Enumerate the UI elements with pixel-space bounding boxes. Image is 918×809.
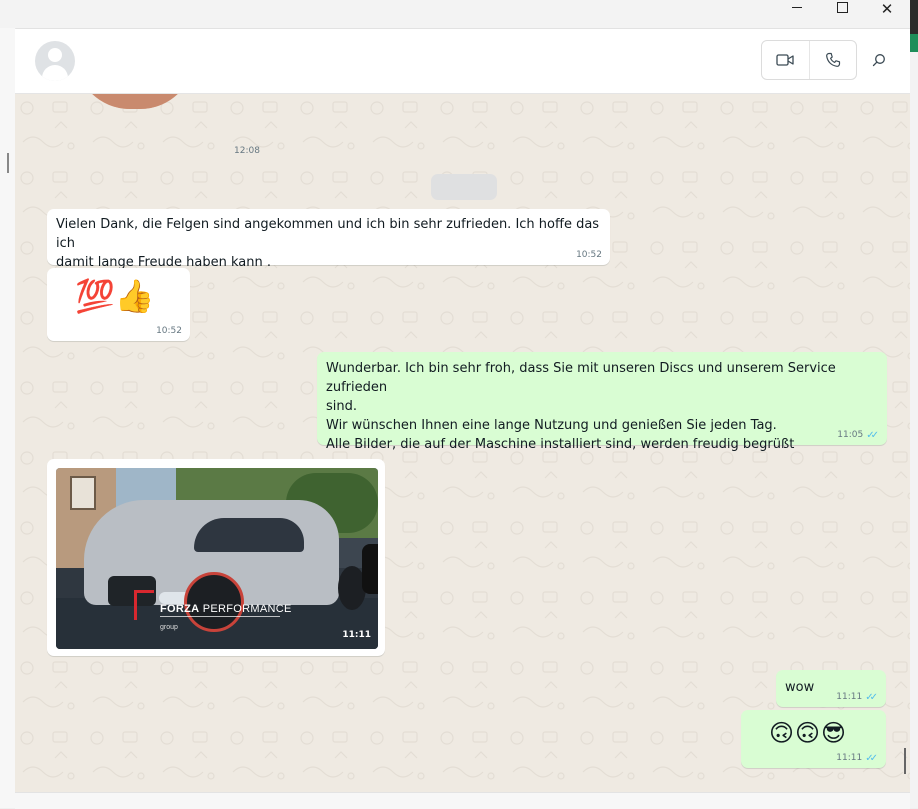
- message-meta: 11:05 ✓✓: [837, 430, 879, 441]
- message-text: Vielen Dank, die Felgen sind angekommen …: [56, 217, 600, 270]
- message-time: 11:11: [342, 630, 371, 640]
- message-meta: 10:52: [156, 326, 182, 337]
- video-camera-icon: [776, 54, 794, 66]
- close-icon: ✕: [880, 0, 894, 18]
- message-meta: 11:11 ✓✓: [836, 692, 878, 703]
- phone-icon: [825, 52, 840, 67]
- window-title-bar: ✕: [0, 0, 910, 29]
- chat-header: [15, 29, 910, 94]
- default-avatar-icon: [48, 48, 62, 62]
- message-time: 11:11: [836, 753, 863, 763]
- outgoing-message[interactable]: wow 11:11 ✓✓: [776, 670, 886, 707]
- close-button[interactable]: ✕: [864, 0, 910, 28]
- contact-avatar[interactable]: [35, 41, 75, 81]
- read-ticks-icon: ✓✓: [865, 692, 878, 703]
- message-meta: 10:52: [576, 250, 602, 261]
- chat-area[interactable]: 12:08 Vielen Dank, die Felgen sind angek…: [15, 94, 910, 792]
- call-button-group: [761, 40, 857, 80]
- resize-handle[interactable]: [7, 153, 9, 173]
- message-time: 10:52: [576, 250, 602, 260]
- message-time: 11:05: [837, 430, 864, 440]
- date-separator: [431, 174, 497, 200]
- emoji-text: 💯👍: [75, 277, 155, 315]
- incoming-message[interactable]: 💯👍 10:52: [47, 268, 190, 341]
- message-time: 11:11: [836, 692, 863, 702]
- sidebar-edge: [0, 28, 16, 808]
- incoming-message[interactable]: Vielen Dank, die Felgen sind angekommen …: [47, 209, 610, 270]
- sticker-image[interactable]: [75, 94, 195, 109]
- outgoing-message[interactable]: Wunderbar. Ich bin sehr froh, dass Sie m…: [317, 352, 887, 452]
- read-ticks-icon: ✓✓: [866, 430, 879, 441]
- video-call-button[interactable]: [762, 41, 809, 79]
- search-button[interactable]: [867, 48, 891, 72]
- message-time: 12:08: [234, 146, 260, 156]
- message-composer[interactable]: [15, 792, 910, 809]
- maximize-icon: [836, 1, 848, 13]
- incoming-image-message[interactable]: FORZA PERFORMANCE group 11:11: [47, 459, 385, 656]
- minimize-button[interactable]: [774, 0, 820, 28]
- background-window-edge: [910, 0, 918, 808]
- read-ticks-icon: ✓✓: [865, 753, 878, 764]
- voice-call-button[interactable]: [808, 41, 857, 79]
- minimize-icon: [792, 6, 802, 8]
- message-time: 10:52: [156, 326, 182, 336]
- forza-logo-icon: [134, 590, 154, 620]
- message-text: Wunderbar. Ich bin sehr froh, dass Sie m…: [326, 361, 836, 452]
- search-icon: [872, 54, 885, 67]
- car-photo[interactable]: FORZA PERFORMANCE group 11:11: [56, 468, 378, 649]
- maximize-button[interactable]: [819, 0, 865, 28]
- chat-scrollbar[interactable]: [904, 748, 906, 774]
- outgoing-message[interactable]: 🙃🙃😎 11:11 ✓✓: [741, 710, 886, 768]
- message-meta: 11:11 ✓✓: [836, 753, 878, 764]
- emoji-text: 🙃🙃😎: [769, 719, 848, 747]
